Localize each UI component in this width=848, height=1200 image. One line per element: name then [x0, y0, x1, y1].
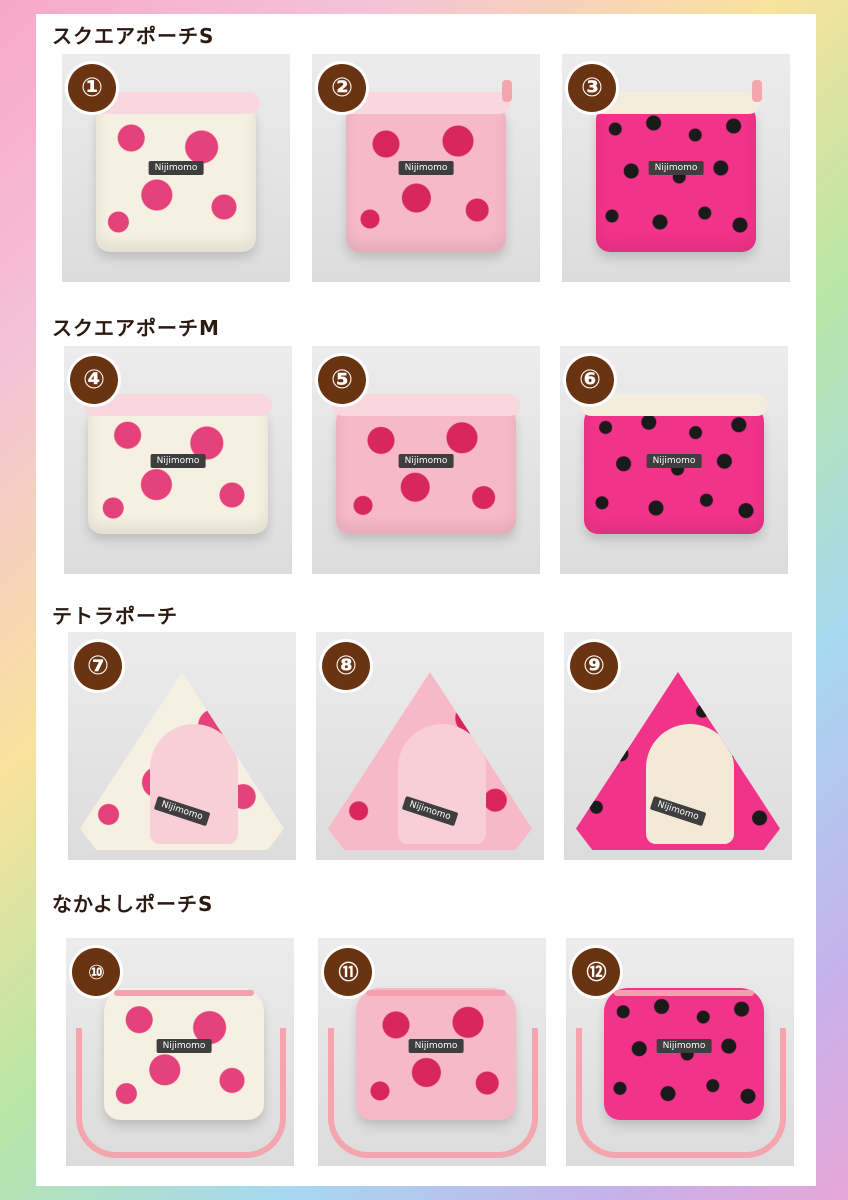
item-number-badge: ⑥: [566, 356, 614, 404]
item-number-badge: ①: [68, 64, 116, 112]
bag-rim: [592, 92, 760, 114]
item-number-badge: ⑩: [72, 948, 120, 996]
square-pouch-s-cream: Nijimomo: [92, 92, 260, 252]
item-number-badge: ④: [70, 356, 118, 404]
square-pouch-s-hot-pink: Nijimomo: [592, 80, 762, 252]
section-title-square-s: スクエアポーチS: [52, 24, 215, 48]
brand-tag: Nijimomo: [150, 454, 206, 469]
brand-tag: Nijimomo: [408, 1039, 464, 1054]
section-title-nakayoshi-s: なかよしポーチS: [52, 892, 214, 916]
item-number-badge: ③: [568, 64, 616, 112]
tetra-opening: [150, 724, 238, 844]
brand-tag: Nijimomo: [156, 1039, 212, 1054]
product-photo-12[interactable]: Nijimomo ⑫: [566, 938, 794, 1166]
nakayoshi-pouch-cream: Nijimomo: [104, 988, 264, 1120]
product-photo-2[interactable]: Nijimomo ②: [312, 54, 540, 282]
item-number-badge: ②: [318, 64, 366, 112]
product-photo-10[interactable]: Nijimomo ⑩: [66, 938, 294, 1166]
bag-rim: [92, 92, 260, 114]
brand-tag: Nijimomo: [648, 161, 704, 175]
brand-tag: Nijimomo: [398, 454, 454, 469]
brand-tag: Nijimomo: [398, 161, 454, 175]
product-photo-7[interactable]: Nijimomo ⑦: [68, 632, 296, 860]
product-photo-11[interactable]: Nijimomo ⑪: [318, 938, 546, 1166]
zipper: [614, 990, 754, 996]
product-photo-1[interactable]: Nijimomo ①: [62, 54, 290, 282]
square-pouch-m-hot-pink: Nijimomo: [580, 394, 768, 534]
catalog-panel: スクエアポーチS Nijimomo ① Nijimomo ② Nijimomo …: [36, 14, 816, 1186]
product-photo-8[interactable]: Nijimomo ⑧: [316, 632, 544, 860]
tetra-opening: [646, 724, 734, 844]
item-number-badge: ⑫: [572, 948, 620, 996]
square-pouch-s-pink: Nijimomo: [342, 80, 512, 252]
product-photo-4[interactable]: Nijimomo ④: [64, 346, 292, 574]
section-title-tetra: テトラポーチ: [52, 604, 178, 628]
zipper: [114, 990, 254, 996]
bag-rim: [84, 394, 272, 416]
bag-loop: [502, 80, 512, 102]
item-number-badge: ⑦: [74, 642, 122, 690]
bag-rim: [342, 92, 510, 114]
bag-rim: [580, 394, 768, 416]
nakayoshi-pouch-pink: Nijimomo: [356, 988, 516, 1120]
product-photo-3[interactable]: Nijimomo ③: [562, 54, 790, 282]
brand-tag: Nijimomo: [646, 454, 702, 469]
nakayoshi-pouch-hot-pink: Nijimomo: [604, 988, 764, 1120]
item-number-badge: ⑪: [324, 948, 372, 996]
section-title-square-m: スクエアポーチM: [52, 316, 220, 340]
square-pouch-m-cream: Nijimomo: [84, 394, 272, 534]
bag-loop: [752, 80, 762, 102]
item-number-badge: ⑨: [570, 642, 618, 690]
product-photo-6[interactable]: Nijimomo ⑥: [560, 346, 788, 574]
bag-rim: [332, 394, 520, 416]
tetra-pouch-pink: Nijimomo: [328, 672, 532, 850]
tetra-pouch-hot-pink: Nijimomo: [576, 672, 780, 850]
brand-tag: Nijimomo: [148, 161, 204, 175]
item-number-badge: ⑧: [322, 642, 370, 690]
product-photo-5[interactable]: Nijimomo ⑤: [312, 346, 540, 574]
product-photo-9[interactable]: Nijimomo ⑨: [564, 632, 792, 860]
square-pouch-m-pink: Nijimomo: [332, 394, 520, 534]
tetra-opening: [398, 724, 486, 844]
zipper: [366, 990, 506, 996]
brand-tag: Nijimomo: [656, 1039, 712, 1054]
item-number-badge: ⑤: [318, 356, 366, 404]
tetra-pouch-cream: Nijimomo: [80, 672, 284, 850]
